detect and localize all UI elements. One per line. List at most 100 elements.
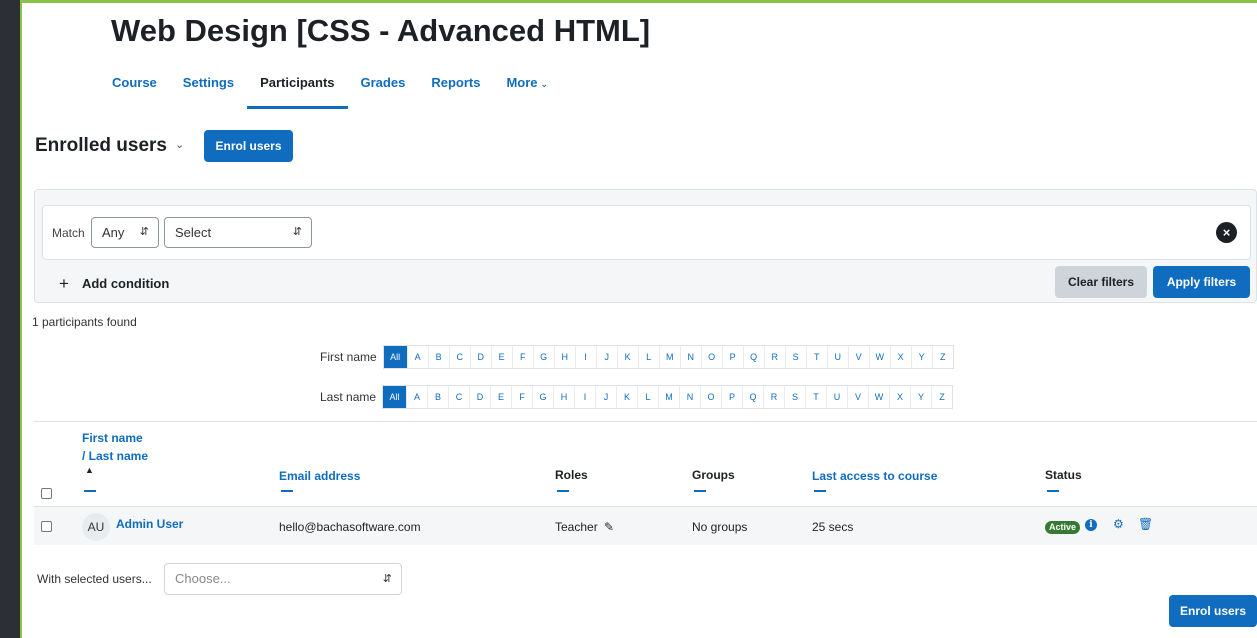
- table-top-border: [34, 421, 1257, 422]
- initial-letter[interactable]: S: [784, 386, 805, 408]
- initial-letter[interactable]: A: [406, 386, 427, 408]
- plus-icon: +: [59, 274, 69, 293]
- clear-filters-button[interactable]: Clear filters: [1055, 266, 1147, 298]
- enrol-users-button[interactable]: Enrol users: [204, 130, 293, 162]
- gear-icon[interactable]: ⚙: [1113, 517, 1124, 531]
- initial-letter[interactable]: G: [532, 386, 553, 408]
- header-groups: Groups: [692, 468, 735, 482]
- collapse-column-icon[interactable]: [1047, 490, 1059, 492]
- initial-letter[interactable]: E: [490, 346, 512, 368]
- initial-letter[interactable]: C: [448, 346, 470, 368]
- initial-letter[interactable]: L: [637, 386, 658, 408]
- initial-letter[interactable]: Y: [910, 346, 932, 368]
- user-groups: No groups: [692, 520, 748, 534]
- tab-settings[interactable]: Settings: [170, 65, 247, 109]
- initial-letter[interactable]: V: [847, 346, 869, 368]
- initial-letter[interactable]: C: [448, 386, 469, 408]
- enrol-users-button-bottom[interactable]: Enrol users: [1169, 595, 1257, 627]
- initial-letter[interactable]: K: [616, 386, 637, 408]
- initial-letter[interactable]: P: [721, 386, 742, 408]
- filter-condition-row: Match Any ⇵ Select ⇵ ×: [42, 205, 1251, 260]
- initial-letter[interactable]: Z: [931, 386, 952, 408]
- initial-letter[interactable]: Y: [910, 386, 931, 408]
- tab-reports[interactable]: Reports: [418, 65, 493, 109]
- filter-type-select[interactable]: Select ⇵: [164, 217, 312, 248]
- initial-letter[interactable]: B: [427, 386, 448, 408]
- initial-letter[interactable]: I: [574, 386, 595, 408]
- initial-letter[interactable]: P: [721, 346, 743, 368]
- initial-letter[interactable]: O: [700, 346, 722, 368]
- header-first-name[interactable]: First name: [82, 431, 143, 445]
- initial-all[interactable]: All: [383, 386, 407, 408]
- initial-letter[interactable]: D: [469, 346, 491, 368]
- avatar: AU: [82, 513, 110, 541]
- initial-letter[interactable]: V: [847, 386, 868, 408]
- header-email[interactable]: Email address: [279, 469, 360, 483]
- collapse-column-icon[interactable]: [84, 490, 96, 492]
- initial-letter[interactable]: Q: [742, 386, 763, 408]
- initial-letter[interactable]: R: [763, 346, 785, 368]
- add-condition-label: Add condition: [81, 276, 170, 291]
- info-icon[interactable]: i: [1085, 519, 1097, 531]
- tab-more[interactable]: More ⌄: [493, 65, 561, 109]
- initial-letter[interactable]: O: [700, 386, 721, 408]
- row-select-checkbox[interactable]: [41, 521, 52, 532]
- initial-letter[interactable]: Z: [931, 346, 953, 368]
- initial-letter[interactable]: U: [826, 346, 848, 368]
- match-label: Match: [52, 226, 85, 240]
- initial-letter[interactable]: M: [658, 386, 679, 408]
- initial-letter[interactable]: A: [406, 346, 428, 368]
- initial-letter[interactable]: K: [616, 346, 638, 368]
- initial-letter[interactable]: G: [532, 346, 554, 368]
- header-roles: Roles: [555, 468, 588, 482]
- select-all-checkbox[interactable]: [41, 488, 52, 499]
- initial-letter[interactable]: F: [511, 346, 533, 368]
- header-last-access[interactable]: Last access to course: [812, 469, 937, 483]
- header-last-name[interactable]: / Last name: [82, 449, 148, 463]
- initial-letter[interactable]: E: [490, 386, 511, 408]
- select-arrows-icon: ⇵: [139, 226, 149, 238]
- initial-letter[interactable]: N: [679, 386, 700, 408]
- initial-letter[interactable]: R: [763, 386, 784, 408]
- initial-letter[interactable]: X: [889, 346, 911, 368]
- initial-letter[interactable]: Q: [742, 346, 764, 368]
- collapse-column-icon[interactable]: [557, 490, 569, 492]
- initial-letter[interactable]: X: [889, 386, 910, 408]
- add-condition-button[interactable]: + Add condition: [59, 274, 169, 294]
- initial-letter[interactable]: F: [511, 386, 532, 408]
- initial-letter[interactable]: H: [553, 386, 574, 408]
- collapse-column-icon[interactable]: [281, 490, 293, 492]
- user-name-link[interactable]: Admin User: [116, 517, 183, 531]
- user-role: Teacher ✎: [555, 520, 614, 534]
- initial-letter[interactable]: T: [805, 346, 827, 368]
- initial-letter[interactable]: W: [868, 346, 890, 368]
- apply-filters-button[interactable]: Apply filters: [1153, 266, 1250, 298]
- initial-letter[interactable]: U: [826, 386, 847, 408]
- initial-letter[interactable]: T: [805, 386, 826, 408]
- remove-condition-close-icon[interactable]: ×: [1216, 222, 1237, 243]
- initial-letter[interactable]: H: [553, 346, 575, 368]
- initial-all[interactable]: All: [383, 346, 407, 368]
- tab-participants[interactable]: Participants: [247, 65, 348, 109]
- tab-course[interactable]: Course: [111, 65, 170, 109]
- initial-letter[interactable]: D: [469, 386, 490, 408]
- trash-icon[interactable]: 🗑: [1138, 517, 1153, 531]
- match-select-value: Any: [102, 225, 125, 240]
- tab-grades[interactable]: Grades: [348, 65, 419, 109]
- enrolled-users-selector[interactable]: Enrolled users ⌄: [35, 135, 184, 157]
- initial-letter[interactable]: J: [595, 346, 617, 368]
- first-name-initials-label: First name: [320, 350, 377, 364]
- initial-letter[interactable]: M: [658, 346, 680, 368]
- initial-letter[interactable]: W: [868, 386, 889, 408]
- initial-letter[interactable]: L: [637, 346, 659, 368]
- bulk-action-select[interactable]: Choose... ⇵: [164, 563, 402, 595]
- initial-letter[interactable]: J: [595, 386, 616, 408]
- initial-letter[interactable]: B: [427, 346, 449, 368]
- collapse-column-icon[interactable]: [694, 490, 706, 492]
- pencil-icon[interactable]: ✎: [604, 520, 614, 534]
- initial-letter[interactable]: N: [679, 346, 701, 368]
- match-select[interactable]: Any ⇵: [91, 217, 159, 248]
- collapse-column-icon[interactable]: [814, 490, 826, 492]
- initial-letter[interactable]: I: [574, 346, 596, 368]
- initial-letter[interactable]: S: [784, 346, 806, 368]
